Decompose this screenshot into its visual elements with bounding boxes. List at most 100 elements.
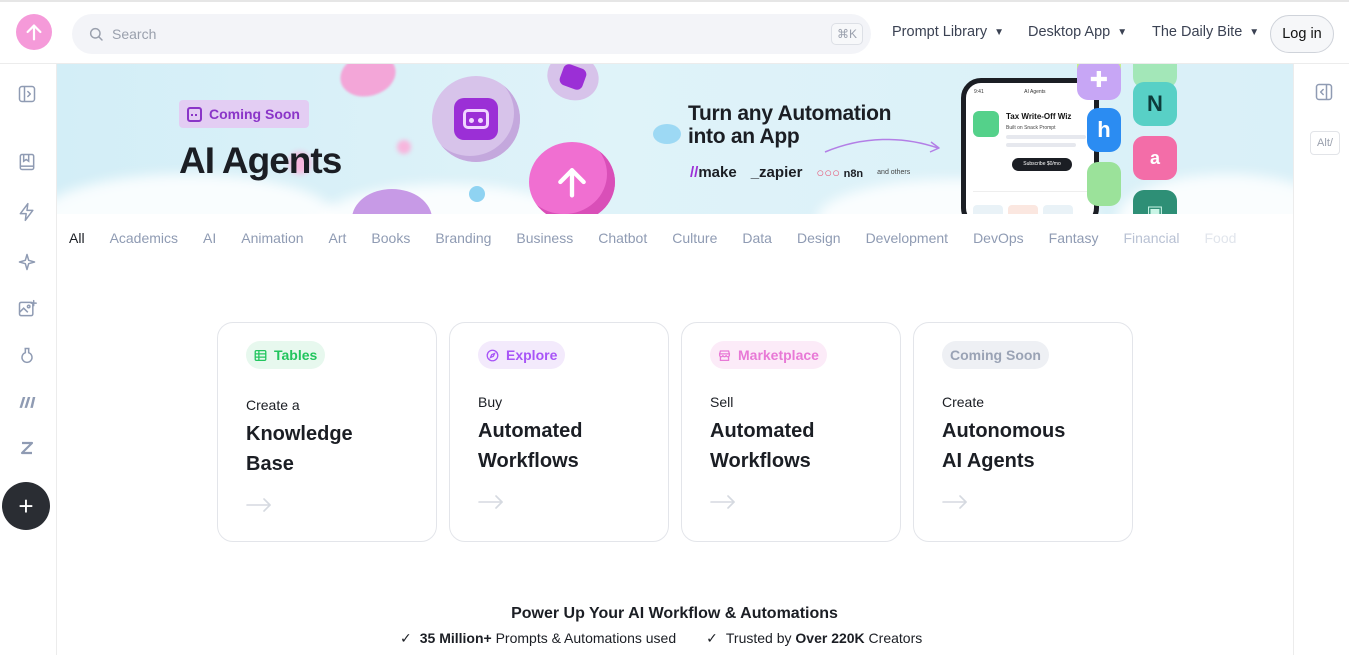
tab-business[interactable]: Business bbox=[516, 230, 573, 246]
section-title: Power Up Your AI Workflow & Automations bbox=[511, 605, 838, 622]
add-button[interactable]: + bbox=[2, 482, 50, 530]
login-button[interactable]: Log in bbox=[1270, 15, 1334, 53]
lightning-icon bbox=[19, 202, 34, 222]
sidebar-item-images[interactable] bbox=[16, 298, 38, 320]
tag-explore: Explore bbox=[478, 341, 566, 369]
phone-header-label: AI Agents bbox=[1024, 89, 1046, 95]
card-prefix: Create a bbox=[246, 397, 300, 413]
app-name: Tax Write-Off Wiz bbox=[1006, 112, 1072, 121]
tab-financial[interactable]: Financial bbox=[1123, 230, 1179, 246]
tag-label: Explore bbox=[506, 347, 558, 363]
chevron-down-icon: ▼ bbox=[994, 26, 1004, 38]
page: ⌘K Prompt Library ▼ Desktop App ▼ The Dail… bbox=[0, 0, 1349, 655]
compass-icon bbox=[486, 349, 499, 361]
thumb bbox=[1008, 205, 1038, 214]
card-ai-agents[interactable]: Coming Soon Create Autonomous AI Agents bbox=[913, 322, 1133, 542]
image-app-tile-decoration: ▣ bbox=[1133, 190, 1177, 214]
card-knowledge-base[interactable]: Tables Create a Knowledge Base bbox=[217, 322, 437, 542]
nav-prompt-library[interactable]: Prompt Library ▼ bbox=[892, 24, 1004, 40]
tab-design[interactable]: Design bbox=[797, 230, 841, 246]
stat-value: 35 Million+ bbox=[419, 630, 492, 646]
make-brand: //make bbox=[690, 164, 737, 181]
card-title-line: Base bbox=[246, 453, 294, 475]
book-icon bbox=[19, 153, 35, 171]
nav-label: Prompt Library bbox=[892, 24, 988, 40]
blue-coin-decoration bbox=[653, 124, 681, 144]
stat-label: Creators bbox=[864, 630, 923, 646]
logo[interactable] bbox=[16, 14, 52, 50]
integration-brands: //make _zapier ○○○ n8n and others bbox=[690, 164, 910, 181]
card-title-line: AI Agents bbox=[942, 450, 1035, 472]
sidebar-item-flask[interactable] bbox=[16, 345, 38, 367]
search-bar[interactable]: ⌘K bbox=[72, 14, 871, 54]
promo-banner[interactable]: Coming Soon AI Agents Turn any Automatio… bbox=[57, 64, 1293, 214]
card-sell-workflows[interactable]: Marketplace Sell Automated Workflows bbox=[681, 322, 901, 542]
tab-branding[interactable]: Branding bbox=[435, 230, 491, 246]
logo-coin-decoration bbox=[529, 142, 615, 214]
banner-title: AI Agents bbox=[179, 140, 342, 181]
tab-academics[interactable]: Academics bbox=[110, 230, 178, 246]
card-buy-workflows[interactable]: Explore Buy Automated Workflows bbox=[449, 322, 669, 542]
card-title-line: Workflows bbox=[478, 450, 579, 472]
left-sidebar: + bbox=[0, 64, 57, 655]
app-icon bbox=[973, 111, 999, 137]
tab-animation[interactable]: Animation bbox=[241, 230, 303, 246]
stat-label: Prompts & Automations used bbox=[491, 630, 677, 646]
app-subtitle: Built on Snack Prompt bbox=[1006, 125, 1056, 131]
sidebar-toggle[interactable] bbox=[16, 83, 38, 105]
n-app-tile-decoration: N bbox=[1133, 82, 1177, 126]
thumb bbox=[973, 205, 1003, 214]
top-header: ⌘K Prompt Library ▼ Desktop App ▼ The Dail… bbox=[0, 0, 1349, 64]
tag-marketplace: Marketplace bbox=[710, 341, 827, 369]
tab-chatbot[interactable]: Chatbot bbox=[598, 230, 647, 246]
tab-culture[interactable]: Culture bbox=[672, 230, 717, 246]
search-icon bbox=[89, 27, 103, 41]
nav-desktop-app[interactable]: Desktop App ▼ bbox=[1028, 24, 1127, 40]
book-app-tile-decoration: a bbox=[1133, 136, 1177, 180]
arrow-right-icon bbox=[942, 495, 967, 509]
tab-art[interactable]: Art bbox=[329, 230, 347, 246]
nav-daily-bite[interactable]: The Daily Bite ▼ bbox=[1152, 24, 1259, 40]
tab-devops[interactable]: DevOps bbox=[973, 230, 1024, 246]
chevron-down-icon: ▼ bbox=[1249, 26, 1260, 38]
arrow-right-icon bbox=[246, 498, 271, 512]
thumb bbox=[1043, 205, 1073, 214]
tab-books[interactable]: Books bbox=[371, 230, 410, 246]
zapier-brand: _zapier bbox=[750, 164, 803, 181]
sidebar-item-ai[interactable] bbox=[16, 251, 38, 273]
agent-coin-decoration bbox=[432, 76, 520, 162]
search-shortcut-badge: ⌘K bbox=[830, 23, 863, 45]
flask-icon bbox=[21, 347, 33, 364]
tab-fantasy[interactable]: Fantasy bbox=[1049, 230, 1099, 246]
subscribe-button: Subscribe $0/mo bbox=[1012, 158, 1072, 171]
tab-ai[interactable]: AI bbox=[203, 230, 216, 246]
card-title-line: Automated bbox=[710, 420, 815, 442]
tab-food[interactable]: Food bbox=[1204, 230, 1236, 246]
tag-tables: Tables bbox=[246, 341, 326, 369]
sidebar-item-automations[interactable] bbox=[16, 201, 38, 223]
arrow-right-icon bbox=[478, 495, 503, 509]
placeholder-line bbox=[1006, 135, 1086, 139]
divider bbox=[973, 191, 1089, 192]
small-agent-coin-decoration bbox=[540, 64, 606, 108]
tab-development[interactable]: Development bbox=[866, 230, 949, 246]
image-plus-icon bbox=[18, 299, 37, 317]
sidebar-item-make[interactable] bbox=[16, 391, 38, 413]
arrow-right-icon bbox=[710, 495, 735, 509]
card-title-line: Knowledge bbox=[246, 423, 353, 445]
robot-icon bbox=[454, 98, 498, 140]
chevron-down-icon: ▼ bbox=[1117, 26, 1128, 38]
panel-expand-icon bbox=[18, 85, 36, 103]
make-logo-icon bbox=[19, 397, 36, 408]
search-input[interactable] bbox=[112, 23, 712, 45]
card-title-line: Autonomous bbox=[942, 420, 1066, 442]
tab-data[interactable]: Data bbox=[742, 230, 772, 246]
panel-collapse-icon[interactable] bbox=[1314, 82, 1334, 102]
tab-all[interactable]: All bbox=[69, 230, 85, 246]
sidebar-item-library[interactable] bbox=[16, 151, 38, 173]
app-tile-decoration: ✚ bbox=[1077, 64, 1121, 100]
sidebar-item-zapier[interactable] bbox=[16, 437, 38, 459]
blue-dot-decoration bbox=[469, 186, 485, 202]
card-prefix: Buy bbox=[478, 394, 503, 410]
robot-icon bbox=[187, 106, 202, 122]
